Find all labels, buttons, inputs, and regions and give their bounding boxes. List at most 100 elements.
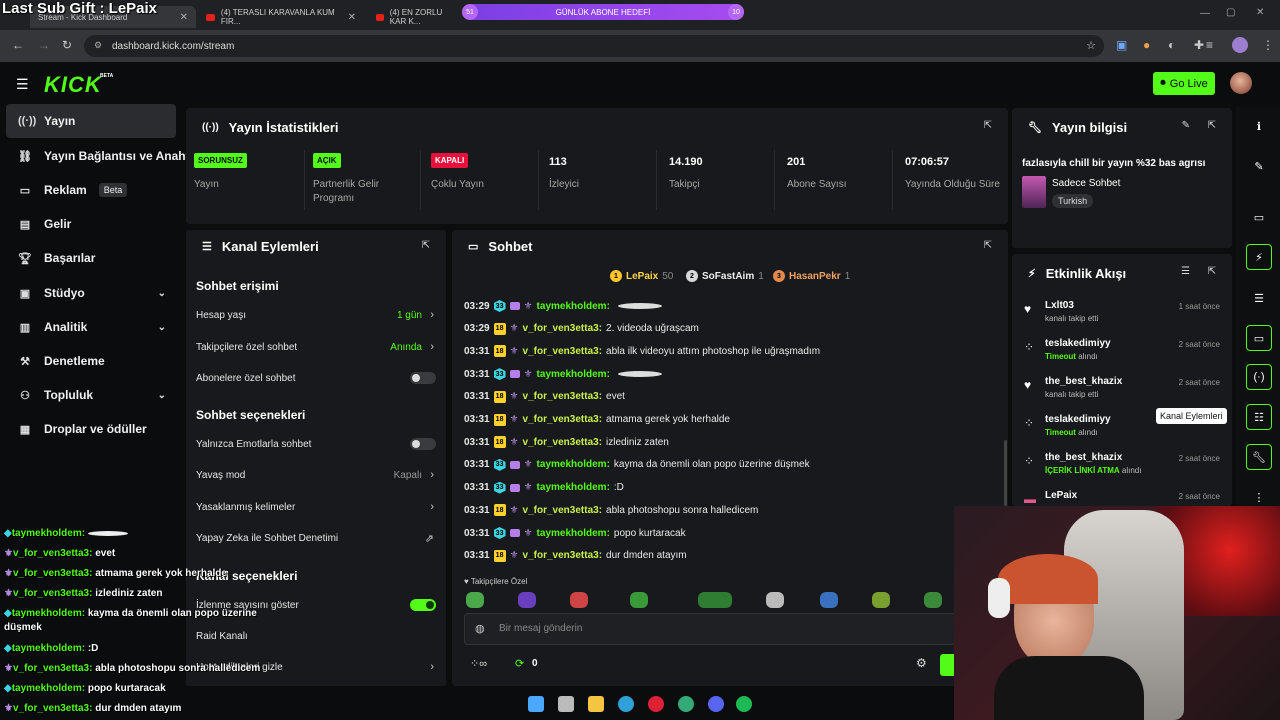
app-icon[interactable] (648, 696, 664, 712)
filter-icon[interactable]: ☰ (1181, 266, 1190, 277)
popout-icon[interactable]: ⇱ (1208, 266, 1216, 277)
sidebar-item-denetleme[interactable]: ⚒ Denetleme (6, 344, 176, 378)
lightning-icon[interactable]: ⚡︎ (1246, 244, 1272, 270)
windows-start-icon[interactable] (528, 696, 544, 712)
browser-menu-icon[interactable]: ⋮ (1262, 38, 1274, 52)
event-username[interactable]: the_best_khazix (1045, 376, 1122, 387)
setting-account-age[interactable]: Hesap yaşı 1 gün › (196, 306, 436, 324)
chat-message[interactable]: 03:31 33 ⚜ taymekholdem: popo kurtaracak (464, 527, 686, 539)
emote-icon[interactable] (766, 592, 784, 608)
chat-message[interactable]: 03:31 33 ⚜ taymekholdem::D (464, 481, 624, 494)
media-icon[interactable]: ≡ (1206, 38, 1213, 52)
top-gifter-1[interactable]: 1 LePaix 50 (610, 270, 673, 282)
chat-username[interactable]: v_for_ven3etta3: (523, 550, 602, 561)
browser-tab[interactable]: (4) EN ZORLU KAR K... (368, 6, 464, 28)
extension-icon[interactable]: ◐ (1168, 38, 1175, 52)
file-explorer-icon[interactable] (588, 696, 604, 712)
event-username[interactable]: Lxlt03 (1045, 300, 1074, 311)
chat-username[interactable]: v_for_ven3etta3: (523, 346, 602, 357)
chat-message[interactable]: 03:29 33 ⚜ taymekholdem: (464, 300, 662, 312)
edit-icon[interactable]: ✎ (1246, 153, 1272, 179)
sidebar-item-reklam[interactable]: ▭ Reklam Beta (6, 173, 176, 207)
go-live-button[interactable]: ⏺ Go Live (1153, 72, 1215, 95)
discord-icon[interactable] (708, 696, 724, 712)
channel-actions-icon[interactable]: ☷ (1246, 404, 1272, 430)
avatar[interactable] (1230, 72, 1252, 94)
chat-message[interactable]: 03:31 18 ⚜ v_for_ven3etta3: atmama gerek yok… (464, 413, 730, 426)
emote-icon[interactable] (924, 592, 942, 608)
task-view-icon[interactable] (558, 696, 574, 712)
info-icon[interactable]: ℹ (1246, 113, 1272, 139)
chat-message[interactable]: 03:31 33 ⚜ taymekholdem: kayma da önemli ola… (464, 458, 810, 471)
chat-username[interactable]: taymekholdem: (537, 482, 610, 493)
popout-icon[interactable]: ⇱ (984, 240, 992, 251)
site-info-icon[interactable]: ⚙ (94, 40, 102, 51)
maximize-icon[interactable]: ▢ (1226, 7, 1235, 18)
chat-username[interactable]: v_for_ven3etta3: (523, 505, 602, 516)
emote-icon[interactable] (466, 592, 484, 608)
extensions-puzzle-icon[interactable]: ✚ (1194, 38, 1204, 52)
chat-message[interactable]: 03:31 18 ⚜ v_for_ven3etta3: evet (464, 390, 625, 403)
chat-username[interactable]: v_for_ven3etta3: (523, 391, 602, 402)
sidebar-item-basarilar[interactable]: 🏆︎ Başarılar (6, 241, 176, 275)
emote-icon[interactable] (820, 592, 838, 608)
event-username[interactable]: teslakedimiyy (1045, 414, 1111, 425)
event-item[interactable]: ♥ the_best_khazix kanalı takip etti 2 saat … (1020, 376, 1220, 412)
chat-username[interactable]: v_for_ven3etta3: (523, 414, 602, 425)
chat-input[interactable]: ◍ Bir mesaj gönderin (464, 613, 956, 645)
chat-message[interactable]: 03:31 18 ⚜ v_for_ven3etta3: abla photoshopu … (464, 504, 758, 517)
reload-icon[interactable]: ↻ (62, 38, 72, 52)
chat-username[interactable]: taymekholdem: (537, 369, 610, 380)
popout-icon[interactable]: ⇱ (984, 120, 992, 131)
setting-raid-channel[interactable]: Raid Kanalı (196, 627, 436, 645)
sidebar-item-droplar[interactable]: ▦ Droplar ve ödüller (6, 412, 176, 446)
subs-only-toggle[interactable] (410, 372, 436, 384)
profile-icon[interactable] (1232, 37, 1248, 53)
chat-username[interactable]: v_for_ven3etta3: (523, 323, 602, 334)
emote-icon[interactable] (872, 592, 890, 608)
url-field[interactable]: ⚙ dashboard.kick.com/stream ☆ (84, 35, 1104, 57)
setting-followers-only[interactable]: Takipçilere özel sohbet Anında › (196, 338, 436, 356)
event-username[interactable]: teslakedimiyy (1045, 338, 1111, 349)
extension-icon[interactable]: ● (1143, 38, 1150, 52)
back-icon[interactable]: ← (12, 38, 24, 52)
edge-icon[interactable] (618, 696, 634, 712)
event-item[interactable]: ⁘ teslakedimiyy Timeout alındı 2 saat önce (1020, 338, 1220, 374)
chat-message[interactable]: 03:31 18 ⚜ v_for_ven3etta3: izlediniz zaten (464, 436, 669, 449)
chat-scrollbar[interactable] (1004, 440, 1007, 506)
browser-tab[interactable]: (4) TERASLI KARAVANLA KUM FIR... ✕ (198, 6, 364, 28)
sidebar-item-yayin[interactable]: ((·)) Yayın (6, 104, 176, 138)
list-icon[interactable]: ☰ (1246, 285, 1272, 311)
event-item[interactable]: ♥ Lxlt03 kanalı takip etti 1 saat önce (1020, 300, 1220, 336)
sidebar-item-studyo[interactable]: ▣ Stüdyo ⌄ (6, 276, 176, 310)
spotify-icon[interactable] (736, 696, 752, 712)
chat-username[interactable]: taymekholdem: (537, 301, 610, 312)
popout-icon[interactable]: ⇱ (1208, 120, 1216, 131)
sidebar-item-analitik[interactable]: ▥ Analitik ⌄ (6, 310, 176, 344)
top-gifter-2[interactable]: 2 SoFastAim 1 (686, 270, 764, 282)
emote-icon[interactable] (518, 592, 536, 608)
kick-logo[interactable]: KICK (44, 72, 102, 98)
settings-gear-icon[interactable]: ⚙ (916, 656, 927, 670)
edit-icon[interactable]: ✎ (1182, 120, 1190, 131)
event-username[interactable]: the_best_khazix (1045, 452, 1122, 463)
sidebar-item-topluluk[interactable]: ⚇ Topluluk ⌄ (6, 378, 176, 412)
chat-message[interactable]: 03:31 18 ⚜ v_for_ven3etta3: dur dmden atayım (464, 549, 687, 562)
event-item[interactable]: ⁘ the_best_khazix İÇERİK LİNKİ ATMA alındı… (1020, 452, 1220, 488)
minimize-icon[interactable]: — (1200, 8, 1210, 19)
wrench-icon[interactable]: 🔧︎ (1246, 444, 1272, 470)
popout-icon[interactable]: ⇱ (422, 240, 430, 251)
setting-slow-mode[interactable]: Yavaş mod Kapalı › (196, 466, 436, 484)
sidebar-item-gelir[interactable]: ▤ Gelir (6, 207, 176, 241)
setting-ai-moderation[interactable]: Yapay Zeka ile Sohbet Denetimi ⇗ (196, 529, 436, 547)
sidebar-item-stream-key[interactable]: ⛓ Yayın Bağlantısı ve Anahtarı (6, 139, 190, 173)
channel-points-icon[interactable]: ⁘∞ (470, 657, 487, 670)
setting-banned-words[interactable]: Yasaklanmış kelimeler › (196, 498, 436, 516)
chat-message[interactable]: 03:31 33 ⚜ taymekholdem: (464, 368, 662, 381)
event-username[interactable]: LePaix (1045, 490, 1077, 501)
chat-icon[interactable]: ▭ (1246, 325, 1272, 351)
broadcast-icon[interactable]: (·) (1246, 364, 1272, 390)
chat-username[interactable]: taymekholdem: (537, 528, 610, 539)
chrome-icon[interactable] (678, 696, 694, 712)
emote-only-toggle[interactable] (410, 438, 436, 450)
